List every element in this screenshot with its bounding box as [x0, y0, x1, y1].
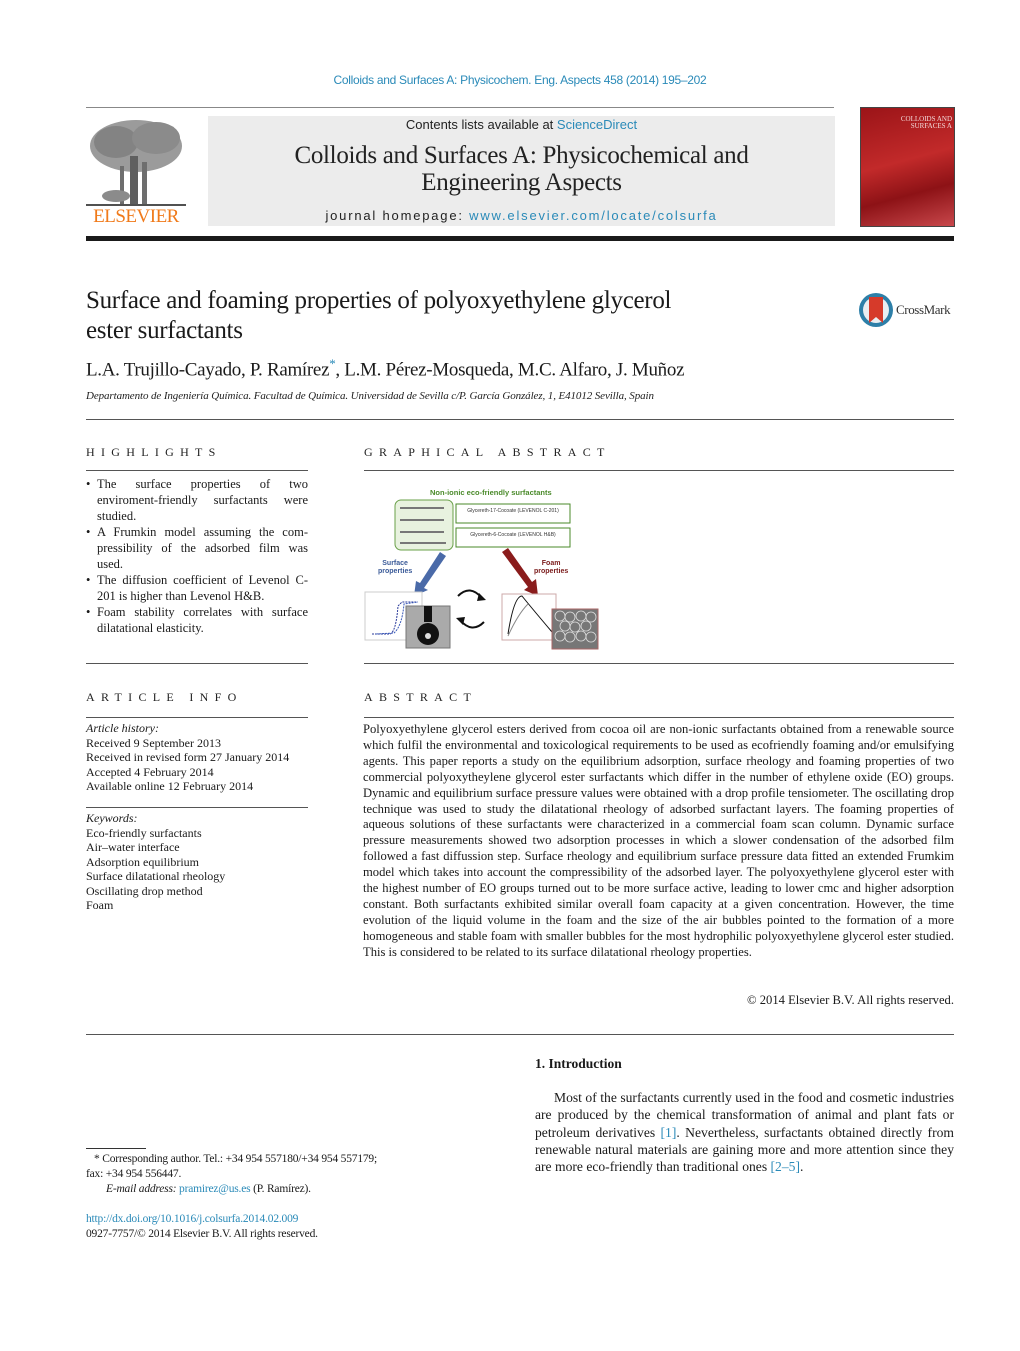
cover-title: COLLOIDS AND SURFACES A — [887, 116, 952, 130]
highlight-item: The surface properties of two enviroment… — [86, 476, 308, 524]
highlight-item: A Frumkin model assuming the com­pressib… — [86, 524, 308, 572]
keyword-item: Surface dilatational rheology — [86, 869, 226, 883]
elsevier-wordmark: ELSEVIER — [93, 206, 179, 227]
ga-title: Non-ionic eco-friendly surfactants — [430, 488, 552, 497]
introduction-heading: 1. Introduction — [535, 1056, 622, 1071]
journal-citation[interactable]: Colloids and Surfaces A: Physicochem. En… — [0, 73, 1020, 87]
highlights-bottom-divider — [86, 663, 308, 664]
contents-prefix: Contents lists available at — [405, 117, 557, 132]
keyword-item: Adsorption equilibrium — [86, 854, 199, 869]
footnote-email-line: E-mail address: pramirez@us.es (P. Ramír… — [86, 1182, 446, 1197]
authors-part1: L.A. Trujillo-Cayado, P. Ramírez — [86, 359, 330, 381]
journal-title-line2: Engineering Aspects — [421, 169, 622, 196]
doi-block: http://dx.doi.org/10.1016/j.colsurfa.201… — [86, 1212, 318, 1242]
author-email-link[interactable]: pramirez@us.es — [179, 1183, 251, 1195]
graphical-abstract-divider — [364, 470, 954, 471]
article-info-heading: ARTICLE INFO — [86, 690, 243, 704]
ga-surface-label: Surface properties — [378, 560, 412, 576]
highlights-heading: HIGHLIGHTS — [86, 445, 222, 459]
authors-part2: , L.M. Pérez-Mosqueda, M.C. Alfaro, J. M… — [335, 359, 685, 381]
article-history-label: Article history: — [86, 721, 159, 735]
journal-homepage: journal homepage: www.elsevier.com/locat… — [208, 208, 835, 223]
abstract-divider — [364, 717, 954, 718]
crossmark-button[interactable]: CrossMark — [858, 291, 958, 331]
history-online: Available online 12 February 2014 — [86, 779, 254, 793]
article-info-divider — [86, 717, 308, 718]
foam-arrow — [502, 548, 538, 596]
abstract-heading: ABSTRACT — [364, 690, 478, 704]
email-suffix: (P. Ramírez). — [250, 1183, 311, 1195]
footnote-divider — [86, 1148, 146, 1149]
article-title-line2: ester surfactants — [86, 317, 243, 344]
highlight-item: The diffusion coefficient of Levenol C-2… — [86, 572, 308, 604]
reference-link-2-5[interactable]: [2–5] — [771, 1159, 800, 1174]
article-title-line1: Surface and foaming properties of polyox… — [86, 287, 672, 314]
ga-foam-label: Foam properties — [534, 560, 568, 576]
doi-link[interactable]: http://dx.doi.org/10.1016/j.colsurfa.201… — [86, 1213, 298, 1225]
front-matter-divider — [86, 1034, 954, 1035]
footnote-corresponding: * Corresponding author. Tel.: +34 954 55… — [94, 1153, 377, 1165]
ga-box2-label: Glycereth-6-Cocoate (LEVENOL H&B) — [470, 532, 556, 538]
reference-link-1[interactable]: [1] — [661, 1125, 677, 1140]
keyword-item: Foam — [86, 898, 114, 912]
introduction-paragraph: Most of the surfactants currently used i… — [535, 1089, 954, 1175]
keyword-item: Oscillating drop method — [86, 883, 203, 898]
highlight-item: Foam stability correlates with surface d… — [86, 604, 308, 636]
foam-volume-plot — [501, 593, 557, 641]
header-thick-divider — [86, 236, 954, 241]
ga-surface-label-line1: Surface — [382, 560, 408, 567]
title-divider — [86, 419, 954, 420]
article-history: Article history: Received 9 September 20… — [86, 721, 308, 794]
history-received: Received 9 September 2013 — [86, 735, 221, 750]
history-accepted: Accepted 4 February 2014 — [86, 764, 214, 779]
keyword-item: Air–water interface — [86, 840, 180, 854]
history-revised: Received in revised form 27 January 2014 — [86, 750, 290, 764]
abstract-copyright: © 2014 Elsevier B.V. All rights reserved… — [747, 993, 954, 1007]
graphical-abstract-figure[interactable]: Non-ionic eco-friendly surfactants Glyce… — [362, 486, 612, 650]
ga-surface-label-line2: properties — [378, 568, 413, 575]
crossmark-label: CrossMark — [896, 302, 951, 317]
contents-availability: Contents lists available at ScienceDirec… — [208, 117, 835, 132]
keyword-item: Eco-friendly surfactants — [86, 825, 202, 840]
highlights-list: The surface properties of two enviroment… — [86, 476, 308, 636]
homepage-prefix: journal homepage: — [325, 208, 470, 223]
abstract-body: Polyoxyethylene glycerol esters derived … — [363, 722, 954, 959]
author-list: L.A. Trujillo-Cayado, P. Ramírez*, L.M. … — [86, 356, 685, 381]
graphical-abstract-bottom-divider — [364, 663, 954, 664]
email-label: E-mail address: — [106, 1183, 180, 1195]
corresponding-author-footnote: * Corresponding author. Tel.: +34 954 55… — [86, 1152, 446, 1197]
journal-title-line1: Colloids and Surfaces A: Physicochemical… — [294, 142, 749, 169]
crossmark-icon — [859, 293, 893, 327]
journal-cover-thumbnail[interactable]: COLLOIDS AND SURFACES A — [860, 107, 955, 227]
sciencedirect-link[interactable]: ScienceDirect — [557, 117, 637, 132]
journal-homepage-link[interactable]: www.elsevier.com/locate/colsurfa — [469, 208, 717, 223]
keywords-label: Keywords: — [86, 811, 138, 825]
ga-box1-label: Glycereth-17-Cocoate (LEVENOL C-201) — [467, 508, 559, 514]
ga-foam-label-line2: properties — [534, 568, 569, 575]
journal-title: Colloids and Surfaces A: Physicochemical… — [208, 142, 835, 196]
header-divider — [86, 107, 834, 108]
ga-foam-label-line1: Foam — [541, 560, 561, 567]
issn-copyright: 0927-7757/© 2014 Elsevier B.V. All right… — [86, 1228, 318, 1240]
author-affiliation: Departamento de Ingeniería Química. Facu… — [86, 390, 654, 402]
article-title: Surface and foaming properties of polyox… — [86, 286, 786, 346]
keywords-divider — [86, 807, 308, 808]
intro-text-part3: . — [799, 1159, 804, 1175]
surface-arrow — [414, 552, 446, 596]
footnote-fax: fax: +34 954 556447. — [86, 1168, 182, 1180]
highlights-divider — [86, 470, 308, 471]
keywords-list: Keywords: Eco-friendly surfactants Air–w… — [86, 811, 308, 913]
graphical-abstract-heading: GRAPHICAL ABSTRACT — [364, 445, 611, 459]
cover-title-line2: SURFACES A — [910, 122, 952, 130]
